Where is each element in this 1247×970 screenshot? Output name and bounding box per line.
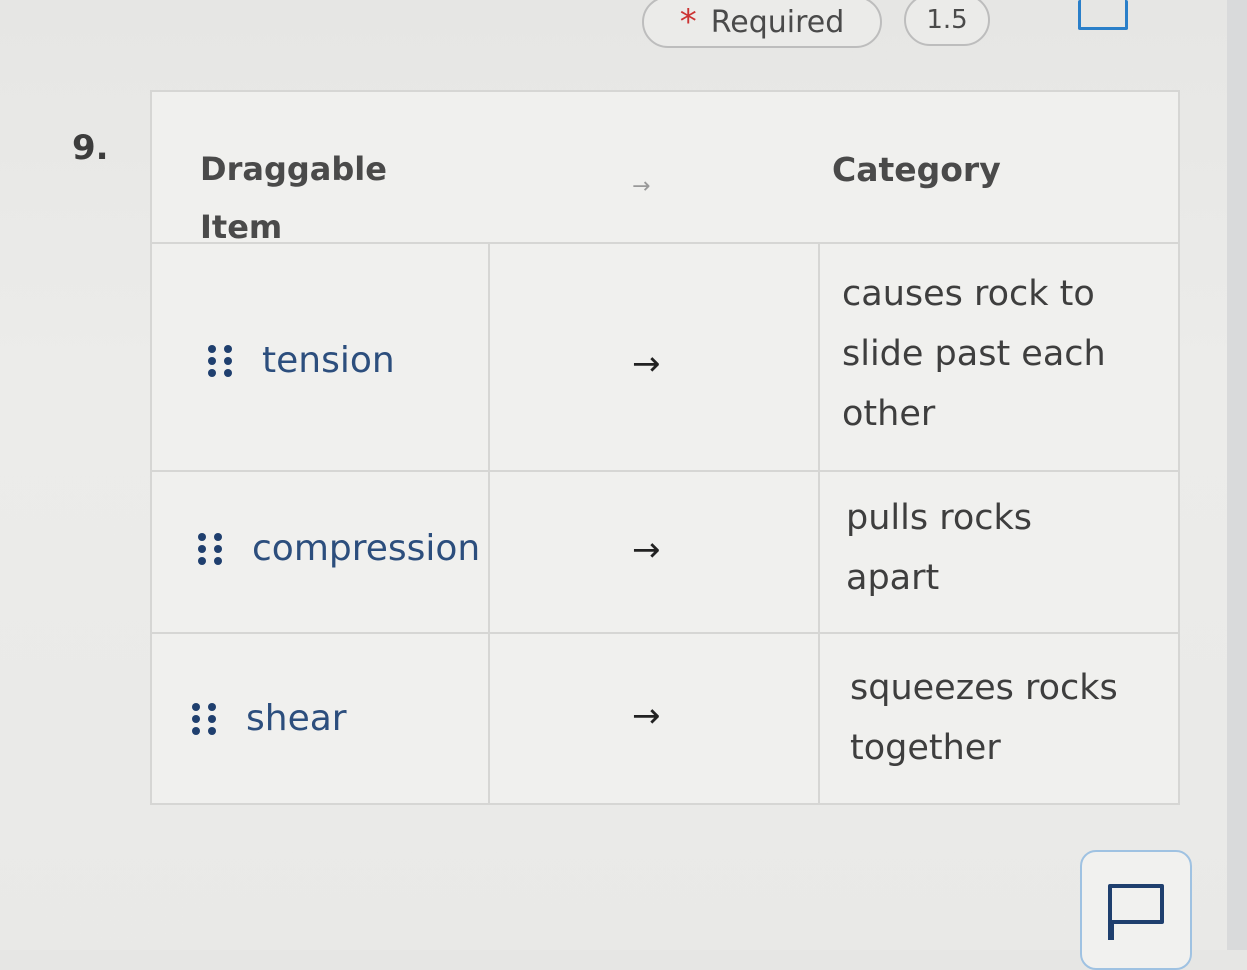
draggable-item-compression[interactable]: compression [198, 528, 480, 569]
flag-icon[interactable] [1078, 0, 1128, 30]
matching-table: Draggable Item → Category tension → caus… [150, 90, 1180, 805]
draggable-item-label: tension [262, 340, 395, 381]
category-label: pulls rocks apart [846, 498, 1032, 598]
arrow-icon: → [632, 344, 661, 384]
comment-icon [1108, 884, 1164, 924]
arrow-icon: → [632, 530, 661, 570]
comment-button[interactable] [1080, 850, 1192, 970]
required-label: Required [710, 4, 845, 40]
draggable-item-shear[interactable]: shear [192, 698, 347, 739]
arrow-icon: → [632, 696, 661, 736]
divider [818, 242, 820, 805]
category-label: squeezes rocks together [850, 668, 1118, 768]
divider [152, 632, 1178, 634]
required-badge: * Required [642, 0, 882, 48]
drag-handle-icon[interactable] [198, 532, 222, 565]
points-badge: 1.5 [904, 0, 990, 46]
divider [488, 242, 490, 805]
comment-icon-tail [1108, 920, 1114, 940]
page-edge [1227, 0, 1247, 950]
column-header-category: Category [832, 150, 1001, 189]
category-label: causes rock to slide past each other [842, 274, 1106, 434]
draggable-item-label: compression [252, 528, 481, 569]
drag-handle-icon[interactable] [192, 702, 216, 735]
drag-handle-icon[interactable] [208, 344, 232, 377]
required-star-icon: * [679, 2, 697, 42]
divider [152, 470, 1178, 472]
question-number: 9. [72, 128, 109, 168]
draggable-item-tension[interactable]: tension [208, 340, 395, 381]
divider [152, 242, 1178, 244]
header-arrow-icon: → [632, 174, 651, 199]
draggable-item-label: shear [246, 698, 347, 739]
column-header-item: Draggable Item [200, 150, 387, 246]
